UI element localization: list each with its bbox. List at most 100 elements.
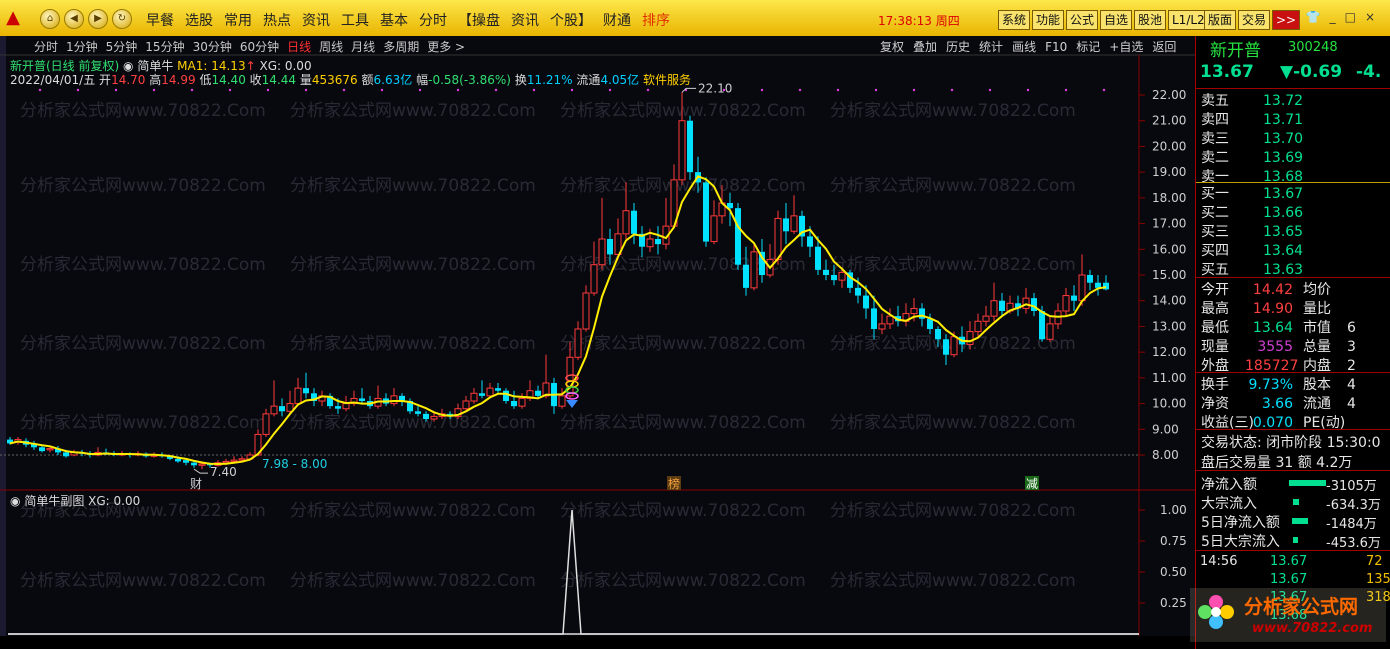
history-button[interactable]: 历史 <box>946 40 970 54</box>
candle-body <box>279 406 285 412</box>
sub-xg-label: XG: 0.00 <box>88 494 141 508</box>
formula-button[interactable]: 公式 <box>1066 10 1099 30</box>
menu-item-caitong[interactable]: 财通 <box>603 10 631 30</box>
restore-rights-button[interactable]: 复权 <box>880 40 904 54</box>
tab-15min[interactable]: 15分钟 <box>145 40 184 54</box>
stat-value: 4 <box>1347 377 1356 393</box>
more-button[interactable]: >> <box>1272 10 1301 30</box>
l1-l2-button[interactable]: L1/L2 <box>1168 10 1209 30</box>
menu-item-tools[interactable]: 工具 <box>341 10 369 30</box>
tab-more[interactable]: 更多 > <box>427 40 465 54</box>
candle-body <box>1062 295 1070 312</box>
bid-price: 13.67 <box>1263 186 1304 202</box>
tab-intraday[interactable]: 分时 <box>34 40 58 54</box>
maximize-icon[interactable]: □ <box>1345 10 1365 24</box>
forward-icon[interactable]: ▶ <box>88 9 108 29</box>
close-icon[interactable]: × <box>1365 10 1384 24</box>
watchlist-button[interactable]: 自选 <box>1100 10 1133 30</box>
f10-button[interactable]: F10 <box>1045 40 1067 54</box>
watermark-bg-text: 分析家公式网www.70822.Com <box>560 413 806 433</box>
menu-item-intraday[interactable]: 分时 <box>419 10 447 30</box>
menu-item-stock-pick[interactable]: 选股 <box>185 10 213 30</box>
quote-turnover: 11.21% <box>526 73 573 87</box>
ask-label: 卖二 <box>1201 150 1229 166</box>
candle-body <box>871 308 877 329</box>
sub-chart-title[interactable]: 简单牛副图 <box>24 494 84 508</box>
trade-button[interactable]: 交易 <box>1238 10 1271 30</box>
tab-monthly[interactable]: 月线 <box>351 40 375 54</box>
tab-multi-period[interactable]: 多周期 <box>383 40 419 54</box>
tab-daily[interactable]: 日线 <box>287 40 311 54</box>
kline-chart[interactable]: 分析家公式网www.70822.Com 分析家公式网www.70822.Com 分析… <box>0 36 1195 636</box>
candle-body <box>198 463 206 466</box>
quote-date: 2022/04/01/五 <box>10 73 96 87</box>
candle-body <box>558 395 566 407</box>
ask-row[interactable]: 卖二 13.69 <box>1201 147 1323 167</box>
close-label: 收 <box>249 73 262 87</box>
menu-item-breakfast[interactable]: 早餐 <box>146 10 174 30</box>
stat-value: 14.90 <box>1252 301 1293 317</box>
signal-dot <box>76 88 80 92</box>
candle-body <box>703 182 709 242</box>
stat-label: 量比 <box>1303 301 1331 317</box>
candle-body <box>974 320 982 333</box>
bid-row[interactable]: 买三 13.65 <box>1201 221 1323 241</box>
menu-item-stock[interactable]: 个股】 <box>550 10 592 30</box>
ask-row[interactable]: 卖三 13.70 <box>1201 128 1323 148</box>
candle-body <box>966 331 974 345</box>
candle-body <box>646 238 654 248</box>
stat-row: 最低 13.64 市值 6 <box>1201 317 1356 337</box>
bid-row[interactable]: 买二 13.66 <box>1201 202 1323 222</box>
stock-pool-button[interactable]: 股池 <box>1134 10 1167 30</box>
tab-30min[interactable]: 30分钟 <box>193 40 232 54</box>
bid-row[interactable]: 买一 13.67 <box>1201 183 1323 203</box>
home-icon[interactable]: ⌂ <box>40 9 60 29</box>
return-button[interactable]: 返回 <box>1152 40 1176 54</box>
overlay-button[interactable]: 叠加 <box>913 40 937 54</box>
candle-body <box>230 459 238 462</box>
quote-float: 4.05亿 <box>600 73 640 87</box>
signal-dot <box>532 88 536 92</box>
menu-item-news[interactable]: 资讯 <box>302 10 330 30</box>
candle-body <box>790 215 798 232</box>
statistics-button[interactable]: 统计 <box>979 40 1003 54</box>
menu-item-news-2[interactable]: 资讯 <box>511 10 539 30</box>
menu-item-trade-panel[interactable]: 【操盘 <box>458 10 500 30</box>
menu-item-hot[interactable]: 热点 <box>263 10 291 30</box>
system-button[interactable]: 系统 <box>998 10 1031 30</box>
watermark-bg-text: 分析家公式网www.70822.Com <box>290 255 536 275</box>
sub-toggle-icon[interactable]: ◉ <box>10 494 20 508</box>
stat-label: 总量 <box>1303 339 1331 355</box>
axis-label: 16.00 <box>1152 242 1186 256</box>
tick-volume: 135 <box>1366 572 1390 587</box>
candle-body <box>927 318 933 329</box>
layout-button[interactable]: 版面 <box>1204 10 1237 30</box>
event-marker: 财 <box>190 477 202 491</box>
shirt-icon[interactable]: 👕 <box>1306 10 1330 24</box>
tab-1min[interactable]: 1分钟 <box>66 40 98 54</box>
function-button[interactable]: 功能 <box>1032 10 1065 30</box>
ask-row[interactable]: 卖五 13.72 <box>1201 90 1323 110</box>
signal-dot <box>494 88 498 92</box>
menu-item-sort[interactable]: 排序 <box>642 10 670 30</box>
candle-body <box>943 339 949 355</box>
back-icon[interactable]: ◀ <box>64 9 84 29</box>
draw-line-button[interactable]: 画线 <box>1012 40 1036 54</box>
axis-label: 18.00 <box>1152 191 1186 205</box>
tab-60min[interactable]: 60分钟 <box>240 40 279 54</box>
candle-body <box>423 413 429 419</box>
mark-button[interactable]: 标记 <box>1076 40 1100 54</box>
candle-body <box>503 390 509 401</box>
ask-row[interactable]: 卖四 13.71 <box>1201 109 1323 129</box>
candle-body <box>1039 311 1045 340</box>
tab-5min[interactable]: 5分钟 <box>106 40 138 54</box>
tab-weekly[interactable]: 周线 <box>319 40 343 54</box>
menu-item-common[interactable]: 常用 <box>224 10 252 30</box>
refresh-icon[interactable]: ↻ <box>112 9 132 29</box>
bid-row[interactable]: 买五 13.63 <box>1201 259 1323 279</box>
bid-row[interactable]: 买四 13.64 <box>1201 240 1323 260</box>
add-watchlist-button[interactable]: +自选 <box>1109 40 1143 54</box>
menu-item-basic[interactable]: 基本 <box>380 10 408 30</box>
ask-price: 13.71 <box>1263 112 1304 128</box>
minimize-icon[interactable]: _ <box>1330 10 1345 24</box>
